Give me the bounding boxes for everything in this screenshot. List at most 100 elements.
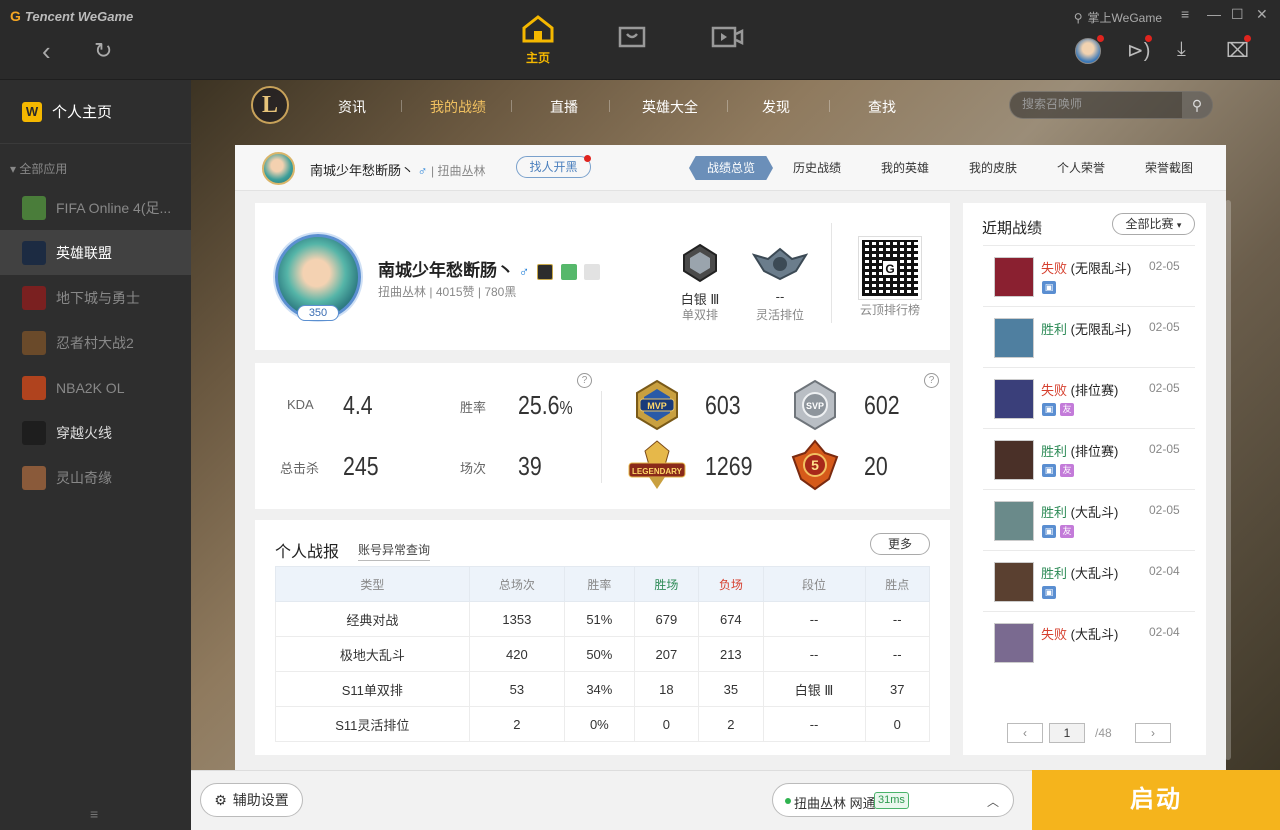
screenshot-icon[interactable]: ▣ bbox=[1042, 281, 1056, 294]
sidebar-item-home[interactable]: W 个人主页 bbox=[0, 80, 191, 144]
account-anomaly-link[interactable]: 账号异常查询 bbox=[358, 541, 431, 561]
video-icon bbox=[711, 26, 744, 48]
search-icon[interactable]: ⚲ bbox=[1182, 92, 1212, 118]
match-date: 02-04 bbox=[1149, 625, 1180, 639]
lol-nav-live[interactable]: 直播 bbox=[550, 97, 578, 117]
copy-icon[interactable] bbox=[560, 263, 577, 280]
sidebar-game-item[interactable]: 忍者村大战2 bbox=[0, 320, 191, 365]
tab-store[interactable] bbox=[612, 24, 652, 53]
assist-settings-button[interactable]: ⚙ 辅助设置 bbox=[200, 783, 303, 817]
table-cell: 18 bbox=[633, 671, 700, 707]
game-label: 穿越火线 bbox=[56, 424, 112, 441]
palm-wegame-link[interactable]: ⚲ 掌上WeGame bbox=[1074, 9, 1162, 26]
lol-nav-news[interactable]: 资讯 bbox=[338, 97, 366, 117]
screenshot-icon[interactable]: ▣ bbox=[1042, 464, 1056, 477]
match-item[interactable]: 失败 (无限乱斗) 02-05 ▣ bbox=[983, 245, 1195, 306]
nav-divider bbox=[829, 100, 830, 112]
screenshot-icon[interactable]: ▣ bbox=[1042, 586, 1056, 599]
launch-button[interactable]: 启动 bbox=[1032, 770, 1280, 830]
help-icon[interactable]: ? bbox=[924, 373, 939, 388]
lol-nav-my-record[interactable]: 我的战绩 bbox=[430, 97, 486, 117]
friend-badge: 友 bbox=[1060, 525, 1074, 538]
qr-code-icon[interactable]: G bbox=[858, 236, 922, 300]
rank-badge-icon[interactable] bbox=[536, 263, 553, 280]
tab-overview[interactable]: 战绩总览 bbox=[689, 156, 773, 180]
sidebar-game-item[interactable]: 英雄联盟 bbox=[0, 230, 191, 275]
friend-badge: 友 bbox=[1060, 403, 1074, 416]
game-label: 英雄联盟 bbox=[56, 244, 112, 261]
tab-home[interactable]: 主页 bbox=[518, 14, 558, 66]
refresh-button[interactable]: ↻ bbox=[94, 38, 112, 64]
lol-logo-icon[interactable]: L bbox=[251, 86, 289, 124]
table-cell: 207 bbox=[633, 636, 700, 672]
game-label: 灵山奇缘 bbox=[56, 469, 112, 486]
find-teammates-button[interactable]: 找人开黑 bbox=[516, 156, 591, 178]
svp-emblem-icon: SVP bbox=[794, 379, 836, 431]
recent-title: 近期战绩 bbox=[982, 220, 1043, 237]
sidebar-game-item[interactable]: FIFA Online 4(足... bbox=[0, 185, 191, 230]
menu-icon[interactable]: ≡ bbox=[1181, 6, 1189, 22]
table-cell: 经典对战 bbox=[275, 601, 470, 637]
summoner-search-input[interactable] bbox=[1022, 97, 1172, 111]
table-header-cell: 胜率 bbox=[564, 566, 635, 602]
close-button[interactable]: ✕ bbox=[1256, 6, 1268, 23]
tab-honor-screenshots[interactable]: 荣誉截图 bbox=[1145, 159, 1193, 176]
tab-history[interactable]: 历史战绩 bbox=[793, 159, 841, 176]
user-avatar-button[interactable] bbox=[1075, 35, 1104, 64]
maximize-button[interactable]: ☐ bbox=[1231, 6, 1244, 23]
match-date: 02-04 bbox=[1149, 564, 1180, 578]
tab-my-skins[interactable]: 我的皮肤 bbox=[969, 159, 1017, 176]
vip-icon[interactable] bbox=[584, 263, 601, 280]
match-item[interactable]: 胜利 (大乱斗) 02-05 ▣ 友 bbox=[983, 489, 1195, 550]
match-item[interactable]: 胜利 (排位赛) 02-05 ▣ 友 bbox=[983, 428, 1195, 489]
back-button[interactable]: ‹ bbox=[42, 38, 51, 64]
table-cell: 0 bbox=[864, 706, 930, 742]
minimize-button[interactable]: — bbox=[1207, 6, 1221, 22]
sidebar-game-item[interactable]: 地下城与勇士 bbox=[0, 275, 191, 320]
lol-nav-discover[interactable]: 发现 bbox=[762, 97, 790, 117]
result-text: 胜利 bbox=[1041, 505, 1068, 520]
server-status-dot bbox=[785, 798, 791, 804]
match-tags: ▣ bbox=[1042, 281, 1056, 294]
scrollbar[interactable] bbox=[1225, 200, 1231, 760]
lol-nav-heroes[interactable]: 英雄大全 bbox=[642, 97, 698, 117]
next-page-button[interactable]: › bbox=[1135, 723, 1171, 743]
table-header-cell: 总场次 bbox=[468, 566, 566, 602]
download-icon[interactable]: ⤓ bbox=[1177, 38, 1186, 61]
game-label: FIFA Online 4(足... bbox=[56, 199, 172, 216]
match-mode: (排位赛) bbox=[1070, 444, 1119, 459]
server-selector[interactable]: 扭曲丛林 网通 31ms ︿ bbox=[772, 783, 1014, 817]
champion-icon bbox=[994, 257, 1034, 297]
match-tags: ▣ 友 bbox=[1042, 464, 1074, 477]
lol-header: L 资讯 我的战绩 直播 英雄大全 发现 查找 ⚲ bbox=[191, 80, 1280, 130]
prev-page-button[interactable]: ‹ bbox=[1007, 723, 1043, 743]
lol-nav-search[interactable]: 查找 bbox=[868, 97, 896, 117]
game-icon bbox=[22, 285, 46, 310]
match-filter-dropdown[interactable]: 全部比赛 ▾ bbox=[1112, 213, 1195, 235]
more-button[interactable]: 更多 bbox=[870, 533, 930, 555]
match-item[interactable]: 失败 (大乱斗) 02-04 bbox=[983, 611, 1195, 672]
result-text: 失败 bbox=[1041, 261, 1068, 276]
sidebar-game-item[interactable]: NBA2K OL bbox=[0, 365, 191, 410]
match-item[interactable]: 失败 (排位赛) 02-05 ▣ 友 bbox=[983, 367, 1195, 428]
sidebar-game-item[interactable]: 灵山奇缘 bbox=[0, 455, 191, 500]
mvp-text: MVP bbox=[647, 401, 667, 411]
sidebar-menu-icon[interactable]: ≡ bbox=[90, 806, 98, 822]
screenshot-icon[interactable]: ▣ bbox=[1042, 525, 1056, 538]
match-item[interactable]: 胜利 (无限乱斗) 02-05 bbox=[983, 306, 1195, 367]
nav-divider bbox=[511, 100, 512, 112]
tab-honors[interactable]: 个人荣誉 bbox=[1057, 159, 1105, 176]
svp-count: 602 bbox=[864, 390, 900, 420]
help-icon[interactable]: ? bbox=[577, 373, 592, 388]
server-name: 扭曲丛林 网通 bbox=[794, 796, 876, 811]
flex-rank-queue: 灵活排位 bbox=[755, 308, 804, 322]
screenshot-icon[interactable]: ▣ bbox=[1042, 403, 1056, 416]
tab-video[interactable] bbox=[708, 24, 748, 53]
current-page[interactable]: 1 bbox=[1049, 723, 1085, 743]
sidebar-game-item[interactable]: 穿越火线 bbox=[0, 410, 191, 455]
table-body: 经典对战 1353 51% 679 674 -- -- 极地大乱斗 420 50% 207 213 --… bbox=[275, 601, 930, 742]
sidebar-section-title[interactable]: ▾ 全部应用 bbox=[0, 144, 191, 185]
tab-my-heroes[interactable]: 我的英雄 bbox=[881, 159, 929, 176]
game-icon bbox=[22, 465, 46, 490]
match-item[interactable]: 胜利 (大乱斗) 02-04 ▣ bbox=[983, 550, 1195, 611]
